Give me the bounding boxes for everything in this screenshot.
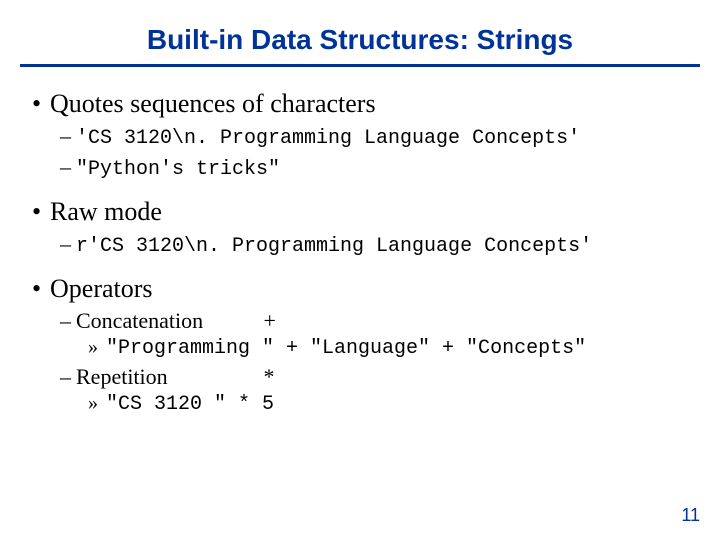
sub-bullet-concat: – Concatenation +: [32, 308, 696, 334]
code-example: "Programming " + "Language" + "Concepts": [106, 337, 586, 360]
slide-content: • Quotes sequences of characters – 'CS 3…: [20, 89, 700, 416]
bullet-operators: • Operators: [32, 274, 696, 304]
sub-sub-bullet: » "Programming " + "Language" + "Concept…: [32, 336, 696, 360]
sub-bullet: – r'CS 3120\n. Programming Language Conc…: [32, 231, 696, 258]
dash-icon: –: [60, 231, 76, 257]
concat-symbol: +: [264, 308, 276, 333]
sub-bullet: – "Python's tricks": [32, 154, 696, 181]
repeat-label: Repetition: [76, 364, 258, 390]
raquo-icon: »: [88, 336, 106, 359]
dash-icon: –: [60, 123, 76, 149]
page-number: 11: [681, 505, 700, 526]
sub-sub-bullet: » "CS 3120 " * 5: [32, 392, 696, 416]
bullet-icon: •: [32, 89, 50, 119]
sub-bullet-repeat: – Repetition *: [32, 364, 696, 390]
dash-icon: –: [60, 364, 76, 390]
concat-label: Concatenation: [76, 308, 258, 334]
bullet-raw-label: Raw mode: [50, 197, 162, 227]
code-example: r'CS 3120\n. Programming Language Concep…: [76, 235, 592, 258]
repeat-symbol: *: [264, 364, 275, 389]
code-example: "Python's tricks": [76, 158, 280, 181]
bullet-quotes-label: Quotes sequences of characters: [50, 89, 376, 119]
dash-icon: –: [60, 308, 76, 334]
bullet-raw: • Raw mode: [32, 197, 696, 227]
dash-icon: –: [60, 154, 76, 180]
slide: Built-in Data Structures: Strings • Quot…: [0, 0, 720, 540]
slide-title: Built-in Data Structures: Strings: [20, 24, 700, 56]
bullet-icon: •: [32, 197, 50, 227]
title-underline: [20, 64, 700, 67]
sub-bullet: – 'CS 3120\n. Programming Language Conce…: [32, 123, 696, 150]
raquo-icon: »: [88, 392, 106, 415]
code-example: 'CS 3120\n. Programming Language Concept…: [76, 127, 580, 150]
code-example: "CS 3120 " * 5: [106, 393, 274, 416]
bullet-operators-label: Operators: [50, 274, 153, 304]
bullet-quotes: • Quotes sequences of characters: [32, 89, 696, 119]
bullet-icon: •: [32, 274, 50, 304]
